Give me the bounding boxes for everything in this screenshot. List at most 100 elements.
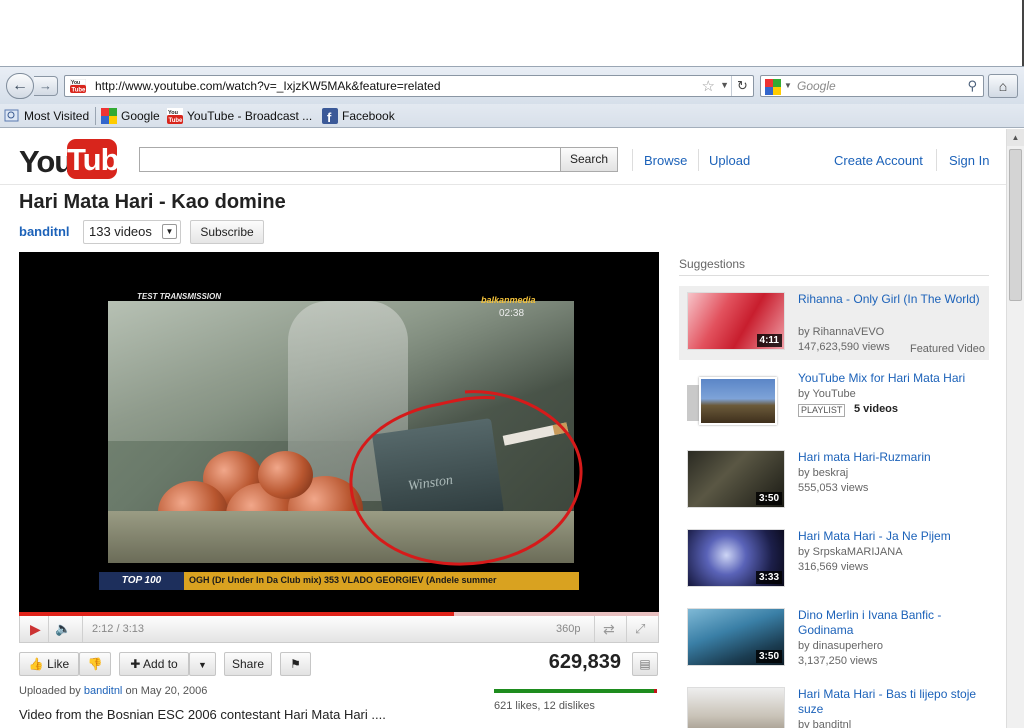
home-button[interactable]: ⌂ xyxy=(988,74,1018,98)
red-annotation-circle xyxy=(349,390,583,566)
stats-chart-icon: ▤ xyxy=(639,657,651,671)
address-bar[interactable]: You Tube http://www.youtube.com/watch?v=… xyxy=(64,75,754,97)
create-account-link[interactable]: Create Account xyxy=(834,153,923,168)
suggestion-title[interactable]: Hari Mata Hari - Ja Ne Pijem xyxy=(798,529,984,544)
bookmark-separator xyxy=(95,107,96,125)
suggestion-title[interactable]: YouTube Mix for Hari Mata Hari xyxy=(798,371,984,386)
bookmark-star-icon[interactable]: ☆ xyxy=(702,77,715,95)
video-title: Hari Mata Hari - Kao domine xyxy=(19,191,286,213)
scroll-up-icon[interactable]: ▲ xyxy=(1007,129,1024,146)
like-button[interactable]: 👍 Like xyxy=(19,652,79,676)
flag-icon: ⚑ xyxy=(290,657,301,671)
bookmark-label: Google xyxy=(121,109,160,123)
bookmark-facebook[interactable]: f Facebook xyxy=(322,108,395,124)
suggestion-author: by banditnl xyxy=(798,719,852,728)
video-count-text: 133 videos xyxy=(89,224,152,239)
suggestion-title[interactable]: Hari Mata Hari - Bas ti lijepo stoje suz… xyxy=(798,687,984,717)
suggestion-author: by YouTube xyxy=(798,388,856,400)
suggestion-title[interactable]: Rihanna - Only Girl (In The World) xyxy=(798,292,984,307)
flag-button[interactable]: ⚑ xyxy=(280,652,311,676)
header-rule xyxy=(0,184,1006,185)
control-divider xyxy=(48,616,49,642)
playlist-thumbnail[interactable] xyxy=(687,371,785,429)
playlist-stack-front xyxy=(699,377,777,425)
browser-search-bar[interactable]: ▼ Google ⚲ xyxy=(760,75,984,97)
back-button[interactable]: ← xyxy=(6,73,34,99)
suggestion-item[interactable]: YouTube Mix for Hari Mata Hari by YouTub… xyxy=(679,365,989,439)
suggestion-item[interactable]: 3:33 Hari Mata Hari - Ja Ne Pijem by Srp… xyxy=(679,523,989,597)
dislike-button[interactable]: 👎 xyxy=(79,652,111,676)
video-scene-tomato xyxy=(258,451,313,499)
subscribe-button[interactable]: Subscribe xyxy=(190,220,264,244)
bookmark-google[interactable]: Google xyxy=(101,108,160,124)
window-top-area xyxy=(0,0,1024,66)
home-icon: ⌂ xyxy=(998,78,1008,94)
suggestion-item[interactable]: 4:11 Rihanna - Only Girl (In The World) … xyxy=(679,286,989,360)
suggestion-thumbnail[interactable]: 4:11 xyxy=(687,292,785,350)
duration-badge: 3:33 xyxy=(755,571,782,584)
volume-icon[interactable]: 🔈 xyxy=(55,620,71,638)
control-divider xyxy=(82,616,83,642)
quality-button[interactable]: 360p xyxy=(556,620,580,638)
uploader-link[interactable]: banditnl xyxy=(84,685,123,697)
bookmarks-toolbar: Most Visited Google You Tube YouTube - Bro… xyxy=(0,104,1024,128)
url-history-dropdown-icon[interactable]: ▼ xyxy=(720,80,729,90)
popout-icon[interactable]: ⇄ xyxy=(603,620,615,638)
page-scrollbar[interactable]: ▲ xyxy=(1006,129,1024,728)
uploaded-date: on May 20, 2006 xyxy=(125,685,208,697)
suggestion-thumbnail[interactable]: 3:33 xyxy=(687,529,785,587)
back-arrow-icon: ← xyxy=(12,77,28,94)
play-icon[interactable]: ▶ xyxy=(30,620,41,638)
suggestion-thumbnail[interactable] xyxy=(687,687,785,728)
ticker-text: OGH (Dr Under In Da Club mix) 353 VLADO … xyxy=(189,575,497,585)
suggestion-thumbnail[interactable]: 3:50 xyxy=(687,450,785,508)
share-button[interactable]: Share xyxy=(224,652,272,676)
search-magnifier-icon[interactable]: ⚲ xyxy=(967,78,977,94)
uploaded-prefix: Uploaded by xyxy=(19,685,81,697)
duration-badge: 3:50 xyxy=(755,650,782,663)
playlist-stack-back xyxy=(687,385,699,421)
suggestion-title[interactable]: Dino Merlin i Ivana Banfic - Godinama xyxy=(798,608,984,638)
suggestion-item[interactable]: 3:50 Hari mata Hari-Ruzmarin by beskraj … xyxy=(679,444,989,518)
playlist-count: 5 videos xyxy=(854,403,899,415)
reload-icon[interactable]: ↻ xyxy=(731,76,753,96)
logo-you-text: You xyxy=(19,144,73,179)
suggestion-views: 555,053 views xyxy=(798,482,869,494)
add-to-button[interactable]: ✚ Add to xyxy=(119,652,189,676)
bookmark-most-visited[interactable]: Most Visited xyxy=(4,108,89,124)
header-divider xyxy=(632,149,633,171)
youtube-search-input[interactable] xyxy=(139,147,561,172)
add-to-dropdown-button[interactable]: ▼ xyxy=(189,652,216,676)
suggestion-item[interactable]: Hari Mata Hari - Bas ti lijepo stoje suz… xyxy=(679,681,989,728)
video-count-dropdown[interactable]: 133 videos ▼ xyxy=(83,220,181,244)
upload-info: Uploaded by banditnl on May 20, 2006 xyxy=(19,685,207,697)
video-player[interactable]: Winston TEST TRANSMISSION balkanmedia 02… xyxy=(19,252,659,612)
bookmark-youtube[interactable]: You Tube YouTube - Broadcast ... xyxy=(167,108,312,124)
suggestion-item[interactable]: 3:50 Dino Merlin i Ivana Banfic - Godina… xyxy=(679,602,989,676)
suggestion-thumbnail[interactable]: 3:50 xyxy=(687,608,785,666)
forward-button[interactable]: → xyxy=(34,76,58,96)
browse-link[interactable]: Browse xyxy=(644,153,687,168)
sign-in-link[interactable]: Sign In xyxy=(949,153,989,168)
time-display: 2:12 / 3:13 xyxy=(92,623,144,635)
suggestion-author: by beskraj xyxy=(798,467,849,479)
plus-icon: ✚ xyxy=(130,657,141,671)
like-dislike-bar xyxy=(494,689,657,693)
thumbs-up-icon: 👍 xyxy=(28,657,44,671)
suggestion-title[interactable]: Hari mata Hari-Ruzmarin xyxy=(798,450,984,465)
stats-button[interactable]: ▤ xyxy=(632,652,658,676)
youtube-search-button[interactable]: Search xyxy=(560,147,618,172)
search-engine-dropdown-icon[interactable]: ▼ xyxy=(784,81,792,90)
upload-link[interactable]: Upload xyxy=(709,153,750,168)
chevron-down-icon: ▼ xyxy=(162,224,177,239)
fullscreen-icon[interactable]: ⤢ xyxy=(635,620,645,638)
overlay-broadcaster-logo: balkanmedia xyxy=(481,295,536,305)
control-divider xyxy=(626,616,627,642)
channel-link[interactable]: banditnl xyxy=(19,224,70,239)
suggestion-views: 3,137,250 views xyxy=(798,655,878,667)
url-text[interactable]: http://www.youtube.com/watch?v=_IxjzKW5M… xyxy=(95,79,441,93)
suggestion-author: by dinasuperhero xyxy=(798,640,884,652)
scrollbar-thumb[interactable] xyxy=(1009,149,1022,301)
playlist-badge: PLAYLIST xyxy=(798,404,846,417)
suggestion-author: by SrpskaMARIJANA xyxy=(798,546,903,558)
